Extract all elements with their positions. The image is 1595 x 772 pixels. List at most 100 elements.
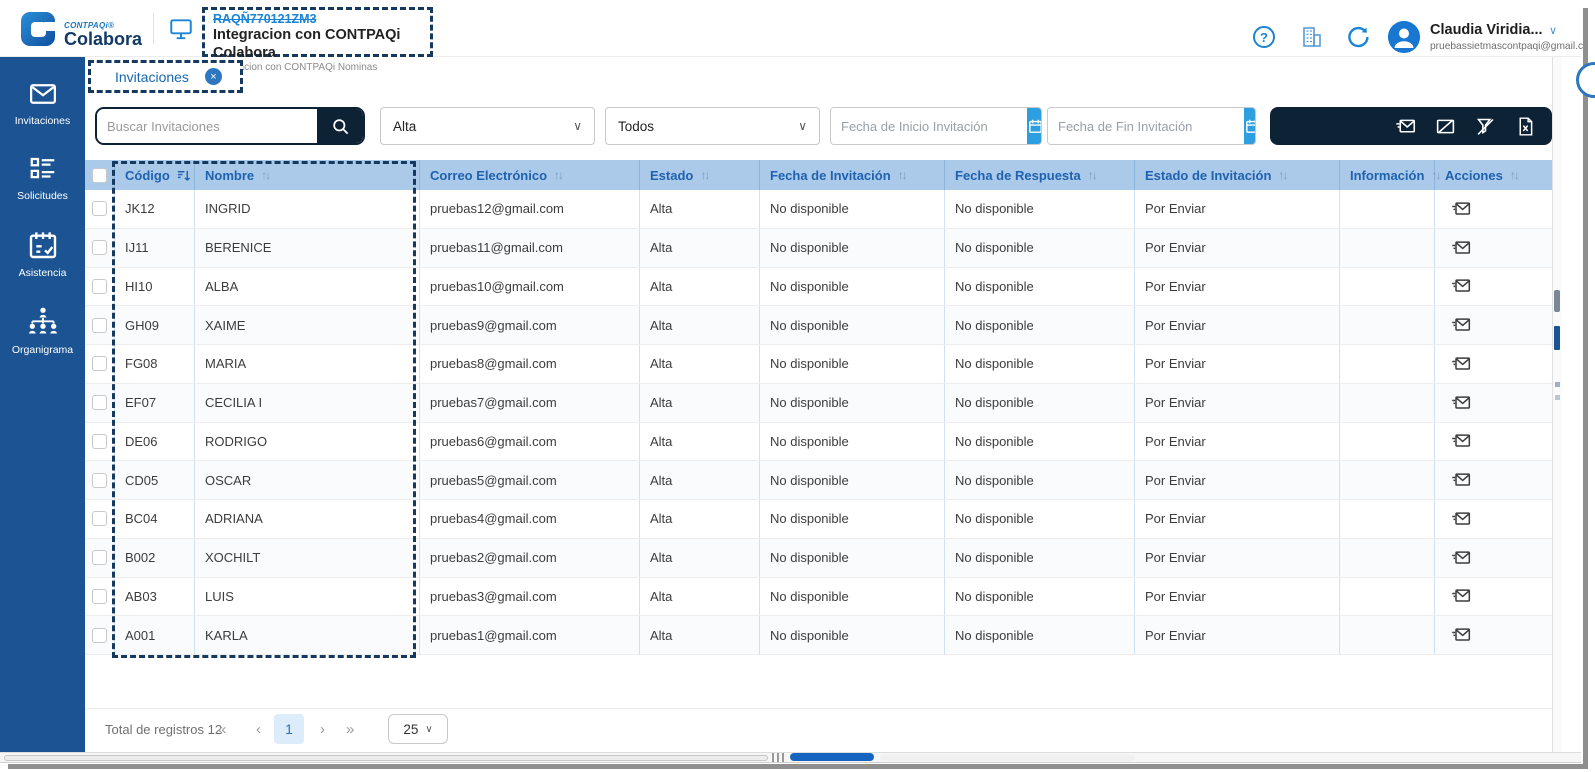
date-end-input[interactable] [1048,108,1244,144]
company-building-icon[interactable] [1300,25,1324,49]
calendar-icon[interactable] [1027,108,1042,144]
total-records-label: Total de registros 12 [105,722,222,737]
cell-fecha-invitacion: No disponible [760,578,945,616]
row-checkbox[interactable] [92,201,107,216]
user-menu-chevron-icon[interactable]: ∨ [1549,24,1557,37]
cell-nombre: MARIA [195,345,420,383]
column-label: Información [1350,168,1424,183]
row-checkbox[interactable] [92,589,107,604]
cell-fecha-respuesta: No disponible [945,229,1135,267]
row-checkbox[interactable] [92,434,107,449]
pagination-current-page[interactable]: 1 [274,714,304,744]
cell-codigo: FG08 [115,345,195,383]
company-code: RAQÑ770121ZM3 [213,12,422,26]
send-invitation-icon[interactable] [1451,625,1471,645]
vertical-scrollbar-thumb[interactable] [1554,326,1560,350]
sidebar-item-invitaciones[interactable]: Invitaciones [0,79,85,127]
row-checkbox[interactable] [92,356,107,371]
column-label: Estado de Invitación [1145,168,1271,183]
search-button[interactable] [317,109,363,143]
scope-filter-select[interactable]: Todos ∨ [605,107,820,145]
pagination-last-button[interactable]: » [346,721,354,738]
cell-fecha-invitacion: No disponible [760,190,945,228]
clear-filters-icon[interactable] [1475,116,1496,137]
sidebar-item-organigrama[interactable]: Organigrama [0,306,85,356]
sidebar-item-asistencia[interactable]: Asistencia [0,229,85,279]
refresh-icon[interactable] [1346,25,1370,49]
send-invitation-icon[interactable] [1451,238,1471,258]
user-avatar[interactable] [1388,21,1420,53]
send-invitation-icon[interactable] [1451,586,1471,606]
cell-informacion [1340,345,1435,383]
cell-fecha-respuesta: No disponible [945,616,1135,654]
column-header-nombre[interactable]: Nombre ↑↓ [195,160,420,190]
cell-acciones [1435,268,1552,306]
cell-estado-invitacion: Por Enviar [1135,268,1340,306]
row-checkbox[interactable] [92,628,107,643]
page-size-select[interactable]: 25 ∨ [388,714,448,744]
column-header-acciones[interactable]: Acciones ↑↓ [1435,160,1552,190]
cell-estado: Alta [640,616,760,654]
send-invitation-icon[interactable] [1451,509,1471,529]
cell-estado-invitacion: Por Enviar [1135,229,1340,267]
column-header-estado[interactable]: Estado ↑↓ [640,160,760,190]
column-header-codigo[interactable]: Código [115,160,195,190]
cell-fecha-invitacion: No disponible [760,500,945,538]
column-header-correo[interactable]: Correo Electrónico ↑↓ [420,160,640,190]
send-invitation-icon[interactable] [1451,276,1471,296]
send-invitation-icon[interactable] [1451,470,1471,490]
row-checkbox[interactable] [92,473,107,488]
send-invitation-icon[interactable] [1451,354,1471,374]
column-header-informacion[interactable]: Información ↑↓ [1340,160,1435,190]
send-invitation-icon[interactable] [1451,199,1471,219]
send-invitation-icon[interactable] [1451,393,1471,413]
app-window: CONTPAQi® Colabora RAQÑ770121ZM3 Integra… [0,0,1595,772]
row-checkbox[interactable] [92,318,107,333]
monitor-icon[interactable] [167,16,195,42]
status-filter-select[interactable]: Alta ∨ [380,107,595,145]
horizontal-scrollbar-thumb[interactable] [790,753,874,761]
cell-correo: pruebas3@gmail.com [420,578,640,616]
send-invitations-icon[interactable] [1395,116,1416,137]
row-checkbox[interactable] [92,511,107,526]
column-header-fecha-respuesta[interactable]: Fecha de Respuesta ↑↓ [945,160,1135,190]
tab-invitaciones[interactable]: Invitaciones × [91,63,240,90]
tab-close-icon[interactable]: × [205,68,222,85]
splitter-grip[interactable] [772,753,786,762]
column-header-estado-invitacion[interactable]: Estado de Invitación ↑↓ [1135,160,1340,190]
send-invitation-icon[interactable] [1451,548,1471,568]
row-checkbox[interactable] [92,240,107,255]
sort-icon: ↑↓ [898,168,906,182]
date-start-input[interactable] [831,108,1027,144]
cancel-invitations-icon[interactable] [1435,116,1456,137]
cell-nombre: XAIME [195,306,420,344]
cell-codigo: CD05 [115,461,195,499]
sidebar: Invitaciones Solicitudes Asistencia [0,57,85,752]
pagination-prev-button[interactable]: ‹ [256,721,261,738]
column-header-fecha-invitacion[interactable]: Fecha de Invitación ↑↓ [760,160,945,190]
cell-informacion [1340,229,1435,267]
floating-button-partial[interactable] [1576,62,1595,98]
date-start-box [830,107,1042,145]
send-invitation-icon[interactable] [1451,315,1471,335]
row-checkbox[interactable] [92,395,107,410]
pagination-next-button[interactable]: › [320,721,325,738]
sidebar-item-solicitudes[interactable]: Solicitudes [0,154,85,202]
pagination-first-button[interactable]: « [218,721,226,738]
user-name[interactable]: Claudia Viridia... [1430,22,1543,38]
cell-estado: Alta [640,539,760,577]
row-checkbox[interactable] [92,550,107,565]
row-checkbox[interactable] [92,279,107,294]
cell-acciones [1435,384,1552,422]
table-row: BC04 ADRIANA pruebas4@gmail.com Alta No … [85,500,1552,539]
vertical-scrollbar-thumb[interactable] [1554,290,1560,312]
help-icon[interactable]: ? [1253,26,1275,48]
cell-fecha-invitacion: No disponible [760,461,945,499]
calendar-icon[interactable] [1244,108,1256,144]
cell-fecha-respuesta: No disponible [945,268,1135,306]
export-excel-icon[interactable] [1515,116,1536,137]
select-all-checkbox[interactable] [92,168,107,183]
send-invitation-icon[interactable] [1451,431,1471,451]
search-input[interactable] [97,109,317,143]
scrollbar-track [4,755,768,761]
